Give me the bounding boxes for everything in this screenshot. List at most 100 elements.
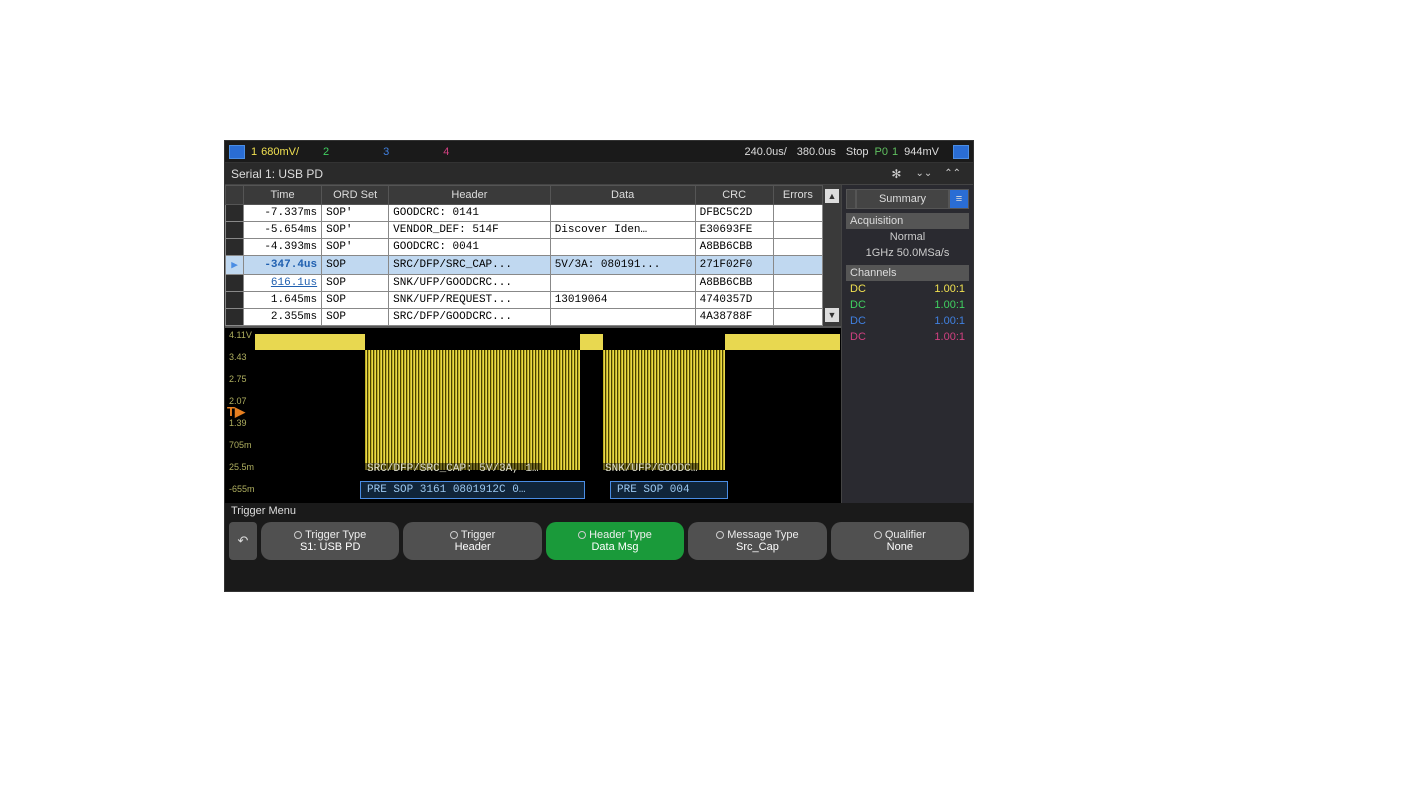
scroll-up-icon[interactable]: ▲ <box>825 189 839 203</box>
table-row[interactable]: 616.1usSOPSNK/UFP/GOODCRC...A8BB6CBB <box>226 275 823 292</box>
softkey-bot-label: Data Msg <box>591 541 638 553</box>
cell-crc: A8BB6CBB <box>695 275 773 292</box>
back-button[interactable]: ↶ <box>229 522 257 560</box>
softkey-qualifier[interactable]: QualifierNone <box>831 522 969 560</box>
run-state[interactable]: Stop <box>846 146 869 158</box>
col-errors[interactable]: Errors <box>773 186 822 205</box>
ch2-indicator[interactable]: 2 <box>323 146 329 158</box>
channel-row[interactable]: DC1.00:1 <box>846 281 969 297</box>
cell-crc: DFBC5C2D <box>695 205 773 222</box>
table-row[interactable]: 2.355msSOPSRC/DFP/GOODCRC...4A38788F <box>226 309 823 326</box>
decode-table: TimeORD SetHeaderDataCRCErrors -7.337msS… <box>225 185 823 326</box>
cell-crc: 4A38788F <box>695 309 773 326</box>
y-tick-label: 4.11V <box>229 330 252 340</box>
cell-ord: SOP' <box>322 205 389 222</box>
side-tab-handle[interactable] <box>846 189 856 209</box>
table-row[interactable]: -7.337msSOP'GOODCRC: 0141DFBC5C2D <box>226 205 823 222</box>
channel-coupling: DC <box>850 331 870 343</box>
softkey-header-type[interactable]: Header TypeData Msg <box>546 522 684 560</box>
cell-errors <box>773 292 822 309</box>
waveform-hi-1 <box>255 334 365 350</box>
settings-icon[interactable] <box>953 145 969 159</box>
softkey-bot-label: Header <box>455 541 491 553</box>
channel-row[interactable]: DC1.00:1 <box>846 297 969 313</box>
mv-readout: 944mV <box>904 146 939 158</box>
tab-summary[interactable]: Summary <box>856 189 949 209</box>
left-panel: TimeORD SetHeaderDataCRCErrors -7.337msS… <box>225 185 841 503</box>
sample-rate: 1GHz 50.0MSa/s <box>846 245 969 261</box>
table-row[interactable]: -5.654msSOP'VENDOR_DEF: 514FDiscover Ide… <box>226 222 823 239</box>
cell-crc: 4740357D <box>695 292 773 309</box>
scrollbar[interactable]: ▲ ▼ <box>823 185 841 326</box>
cell-ord: SOP <box>322 309 389 326</box>
cell-crc: A8BB6CBB <box>695 239 773 256</box>
softkey-message-type[interactable]: Message TypeSrc_Cap <box>688 522 826 560</box>
cell-data: 13019064 <box>550 292 695 309</box>
y-tick-label: 705m <box>229 440 252 450</box>
cell-errors <box>773 309 822 326</box>
cell-crc: E30693FE <box>695 222 773 239</box>
waveform-packet-2 <box>603 350 725 470</box>
channel-row[interactable]: DC1.00:1 <box>846 313 969 329</box>
row-marker <box>226 239 244 256</box>
cell-data: 5V/3A: 080191... <box>550 256 695 275</box>
col-header[interactable]: Header <box>389 186 551 205</box>
cell-data <box>550 309 695 326</box>
waveform-hi-2 <box>580 334 603 350</box>
cell-time: -347.4us <box>244 256 322 275</box>
probe-label: P0 <box>875 146 888 158</box>
y-tick-label: 2.75 <box>229 374 247 384</box>
scroll-down-icon[interactable]: ▼ <box>825 308 839 322</box>
time-per-div[interactable]: 240.0us/ <box>745 146 787 158</box>
table-row[interactable]: ▶-347.4usSOPSRC/DFP/SRC_CAP...5V/3A: 080… <box>226 256 823 275</box>
delay-value[interactable]: 380.0us <box>797 146 836 158</box>
table-header-row: TimeORD SetHeaderDataCRCErrors <box>226 186 823 205</box>
cell-errors <box>773 205 822 222</box>
channel-ratio: 1.00:1 <box>934 331 965 343</box>
row-marker <box>226 205 244 222</box>
serial-header-row: Serial 1: USB PD ✻ ⌄⌄ ⌃⌃ <box>225 163 973 185</box>
side-panel: Summary ≡ Acquisition Normal 1GHz 50.0MS… <box>841 185 973 503</box>
cell-errors <box>773 256 822 275</box>
waveform-area[interactable]: 4.11V3.432.752.071.39705m25.5m-655m T▶ S… <box>225 326 841 503</box>
cell-data <box>550 205 695 222</box>
acquisition-header[interactable]: Acquisition <box>846 213 969 229</box>
cell-errors <box>773 239 822 256</box>
channel-row[interactable]: DC 1.00:1 <box>846 329 969 345</box>
decode-bubble-2[interactable]: PRE SOP 004 <box>610 481 728 499</box>
cell-time: -4.393ms <box>244 239 322 256</box>
ch3-indicator[interactable]: 3 <box>383 146 389 158</box>
cell-ord: SOP' <box>322 239 389 256</box>
row-marker <box>226 222 244 239</box>
softkey-trigger-type[interactable]: Trigger TypeS1: USB PD <box>261 522 399 560</box>
waveform-hi-3 <box>725 334 840 350</box>
col-time[interactable]: Time <box>244 186 322 205</box>
decode-bubble-1[interactable]: PRE SOP 3161 0801912C 0… <box>360 481 585 499</box>
oscilloscope-window: 1 680mV/ 2 3 4 240.0us/ 380.0us Stop P0 … <box>224 140 974 592</box>
col-crc[interactable]: CRC <box>695 186 773 205</box>
waveform-packet-1 <box>365 350 580 470</box>
chevron-down-icon[interactable]: ⌄⌄ <box>915 168 932 179</box>
col-data[interactable]: Data <box>550 186 695 205</box>
side-tab-icon[interactable]: ≡ <box>949 189 969 209</box>
knob-icon <box>450 531 458 539</box>
ch1-indicator[interactable]: 1 <box>251 146 257 158</box>
softkey-trigger[interactable]: TriggerHeader <box>403 522 541 560</box>
cell-header: SNK/UFP/REQUEST... <box>389 292 551 309</box>
cell-data: Discover Iden… <box>550 222 695 239</box>
status-bar: 1 680mV/ 2 3 4 240.0us/ 380.0us Stop P0 … <box>225 141 973 163</box>
gear-icon[interactable]: ✻ <box>891 167 901 181</box>
col-ord-set[interactable]: ORD Set <box>322 186 389 205</box>
menu-icon[interactable] <box>229 145 245 159</box>
packet-label-1: SRC/DFP/SRC_CAP: 5V/3A, 1… <box>365 463 541 475</box>
ch1-scale[interactable]: 680mV/ <box>261 146 299 158</box>
softkey-row: ↶ Trigger TypeS1: USB PDTriggerHeaderHea… <box>225 519 973 563</box>
cell-header: GOODCRC: 0041 <box>389 239 551 256</box>
probe-num: 1 <box>892 146 898 158</box>
ch4-indicator[interactable]: 4 <box>443 146 449 158</box>
channels-header[interactable]: Channels <box>846 265 969 281</box>
chevron-up-icon[interactable]: ⌃⌃ <box>944 168 961 179</box>
table-row[interactable]: 1.645msSOPSNK/UFP/REQUEST...130190644740… <box>226 292 823 309</box>
cell-time: 2.355ms <box>244 309 322 326</box>
table-row[interactable]: -4.393msSOP'GOODCRC: 0041 A8BB6CBB <box>226 239 823 256</box>
